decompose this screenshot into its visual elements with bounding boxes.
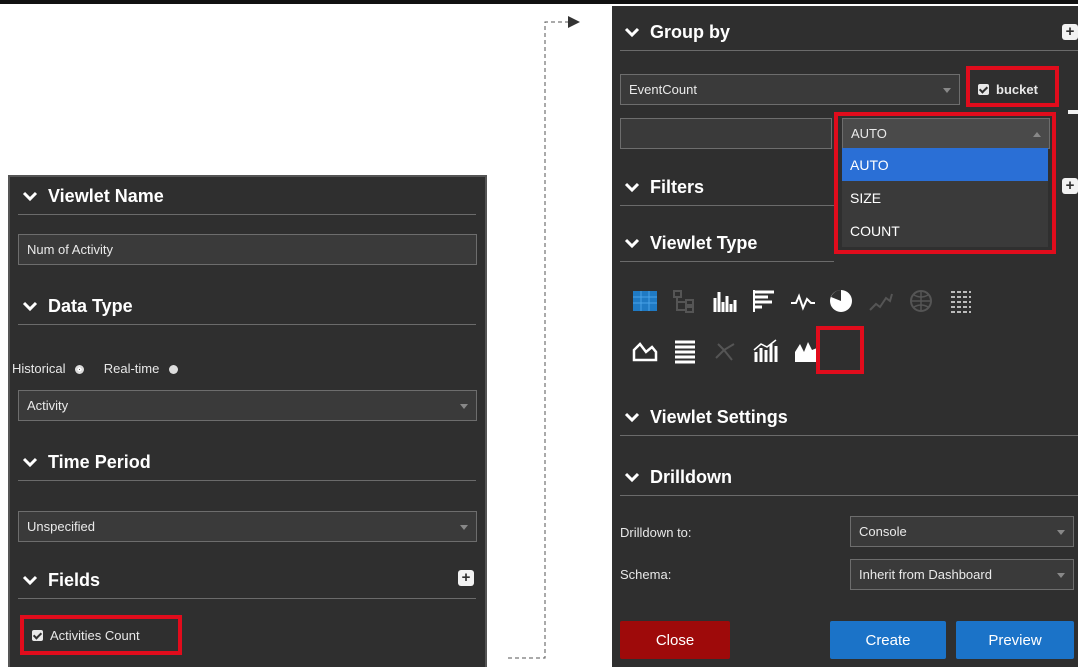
- divider: [620, 261, 834, 262]
- section-title: Time Period: [48, 451, 151, 472]
- data-type-radio-group: Historical Real-time: [12, 361, 194, 376]
- section-title: Viewlet Name: [48, 185, 164, 206]
- drilldown-to-label: Drilldown to:: [620, 525, 692, 540]
- matrix-icon[interactable]: [948, 288, 974, 314]
- chevron-down-icon: [624, 238, 640, 249]
- divider: [18, 214, 476, 215]
- select-value: Activity: [27, 398, 69, 413]
- select-value: EventCount: [629, 82, 697, 97]
- time-period-select[interactable]: Unspecified: [18, 511, 477, 542]
- highlight-box: [816, 326, 864, 374]
- chevron-down-icon: [22, 575, 38, 586]
- add-field-icon[interactable]: +: [458, 570, 474, 586]
- caret-down-icon: [460, 403, 468, 409]
- bucket-value-input[interactable]: [620, 118, 832, 149]
- caret-down-icon: [1057, 572, 1065, 578]
- chevron-down-icon: [22, 301, 38, 312]
- viewlet-name-input[interactable]: Num of Activity: [18, 234, 477, 265]
- column-chart-icon[interactable]: [712, 288, 738, 314]
- chevron-down-icon: [22, 457, 38, 468]
- data-source-select[interactable]: Activity: [18, 390, 477, 421]
- section-title: Data Type: [48, 295, 133, 316]
- add-filter-icon[interactable]: +: [1062, 178, 1078, 194]
- section-drilldown[interactable]: Drilldown: [612, 459, 732, 495]
- select-value: Inherit from Dashboard: [859, 567, 992, 582]
- tree-icon[interactable]: [672, 288, 698, 314]
- area-chart-icon[interactable]: [632, 338, 658, 364]
- section-title: Filters: [650, 176, 705, 197]
- list-icon[interactable]: [672, 338, 698, 364]
- divider: [620, 50, 1078, 51]
- caret-down-icon: [1057, 529, 1065, 535]
- section-title: Drilldown: [650, 466, 732, 487]
- section-title: Fields: [48, 569, 101, 590]
- section-time-period[interactable]: Time Period: [10, 444, 151, 480]
- section-group-by[interactable]: Group by: [612, 14, 730, 50]
- caret-down-icon: [460, 524, 468, 530]
- highlight-box: [966, 66, 1059, 107]
- create-button[interactable]: Create: [830, 621, 946, 659]
- caret-down-icon: [943, 87, 951, 93]
- combo-chart-icon[interactable]: [752, 338, 778, 364]
- section-title: Group by: [650, 21, 730, 42]
- right-panel: Group by + EventCount bucket AUTO AUTO S…: [612, 6, 1078, 667]
- divider: [620, 495, 1078, 496]
- input-value: Num of Activity: [27, 242, 113, 257]
- realtime-label: Real-time: [103, 361, 160, 376]
- section-viewlet-settings[interactable]: Viewlet Settings: [612, 399, 788, 435]
- section-filters[interactable]: Filters: [612, 169, 704, 205]
- table-icon[interactable]: [632, 288, 658, 314]
- chevron-down-icon: [624, 27, 640, 38]
- select-value: Console: [859, 524, 907, 539]
- preview-button[interactable]: Preview: [956, 621, 1074, 659]
- historical-label: Historical: [12, 361, 66, 376]
- add-group-icon[interactable]: +: [1062, 24, 1078, 40]
- schema-label: Schema:: [620, 567, 672, 582]
- highlight-box: [20, 615, 182, 655]
- section-viewlet-name[interactable]: Viewlet Name: [10, 178, 164, 214]
- select-value: Unspecified: [27, 519, 95, 534]
- pie-chart-icon[interactable]: [828, 288, 854, 314]
- line-chart-icon[interactable]: [790, 288, 816, 314]
- bar-chart-icon[interactable]: [752, 288, 778, 314]
- section-viewlet-type[interactable]: Viewlet Type: [612, 225, 757, 261]
- chevron-down-icon: [624, 412, 640, 423]
- chevron-down-icon: [22, 191, 38, 202]
- divider: [620, 205, 834, 206]
- section-title: Viewlet Type: [650, 232, 758, 253]
- group-by-field-select[interactable]: EventCount: [620, 74, 960, 105]
- chevron-down-icon: [624, 182, 640, 193]
- historical-radio[interactable]: [75, 365, 85, 375]
- section-data-type[interactable]: Data Type: [10, 288, 133, 324]
- map-icon[interactable]: [908, 288, 934, 314]
- divider: [620, 435, 1078, 436]
- scatter-chart-icon[interactable]: [868, 288, 894, 314]
- divider: [18, 480, 476, 481]
- section-fields[interactable]: Fields: [10, 562, 100, 598]
- left-panel: Viewlet Name Num of Activity Data Type H…: [8, 175, 487, 667]
- close-button[interactable]: Close: [620, 621, 730, 659]
- chevron-down-icon: [624, 472, 640, 483]
- schema-select[interactable]: Inherit from Dashboard: [850, 559, 1074, 590]
- divider: [18, 598, 476, 599]
- divider: [18, 324, 476, 325]
- network-icon[interactable]: [712, 338, 738, 364]
- drilldown-to-select[interactable]: Console: [850, 516, 1074, 547]
- realtime-radio[interactable]: [168, 365, 178, 375]
- highlight-box: [834, 112, 1056, 254]
- remove-icon[interactable]: [1068, 110, 1078, 114]
- section-title: Viewlet Settings: [650, 406, 788, 427]
